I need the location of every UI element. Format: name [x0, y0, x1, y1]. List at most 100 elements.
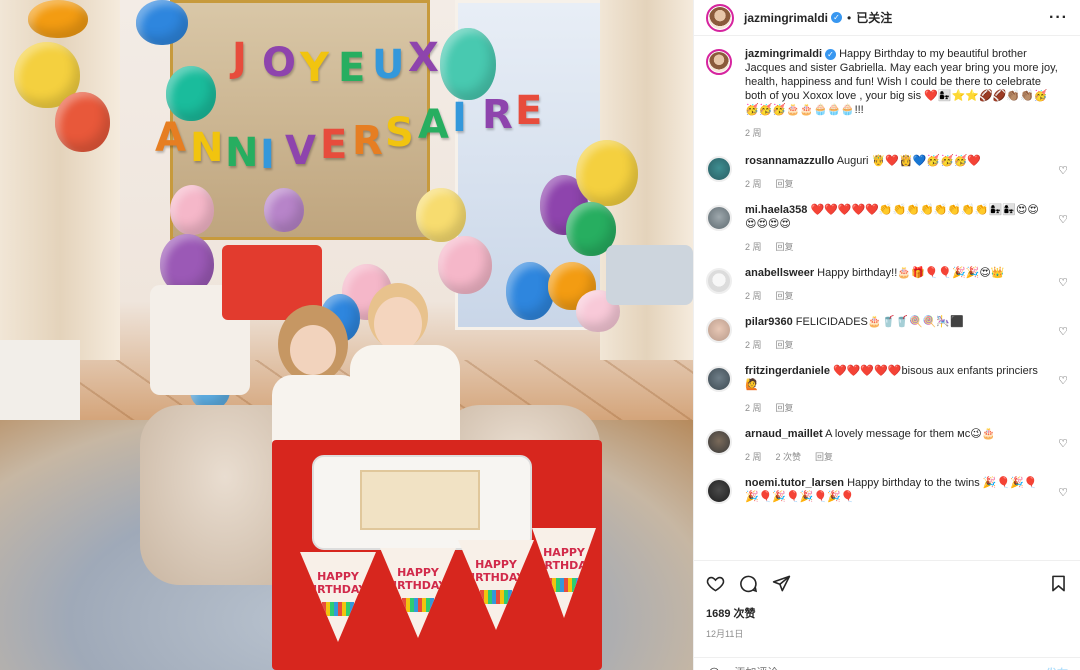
verified-icon: ✓: [831, 12, 843, 23]
avatar[interactable]: [706, 156, 732, 182]
comment-username[interactable]: noemi.tutor_larsen: [745, 477, 844, 489]
balloon: [55, 92, 110, 152]
banner-letter: A: [155, 115, 186, 161]
post-comment-button[interactable]: 发布: [1046, 665, 1068, 670]
balloon: [166, 66, 216, 121]
reply-button[interactable]: 回复: [776, 403, 794, 413]
banner-letter: O: [262, 40, 297, 86]
comment-text: FELICIDADES🎂🥤🥤🍭🍭🎠⬛: [795, 316, 964, 328]
verified-icon: ✓: [825, 48, 837, 60]
banner-letter: R: [482, 92, 513, 138]
balloon: [136, 0, 188, 45]
caption-meta: 2 周: [745, 126, 1060, 140]
comments-list[interactable]: jazmingrimaldi ✓ Happy Birthday to my bea…: [694, 37, 1080, 558]
balloon: [576, 140, 638, 206]
comment-row: arnaud_maillet A lovely message for them…: [706, 427, 1068, 464]
caption-time: 2 周: [745, 128, 762, 138]
comment-like-count[interactable]: 2 次赞: [776, 452, 802, 462]
avatar[interactable]: [706, 478, 732, 504]
banner-letter: V: [285, 128, 316, 174]
comment-row: rosannamazzullo Auguri 🤴❤️👸💙🥳🥳🥳❤️ 2 周回复 …: [706, 154, 1068, 191]
like-heart-icon[interactable]: ♡: [1058, 213, 1068, 226]
balloon: [28, 0, 88, 38]
like-heart-icon[interactable]: ♡: [1058, 276, 1068, 289]
comment-time: 2 周: [745, 179, 762, 189]
emoji-icon[interactable]: ☺: [706, 664, 722, 670]
post-actions: 1689 次赞 12月11日 ☺ 发布: [694, 560, 1080, 670]
comment-icon[interactable]: [739, 574, 758, 593]
like-heart-icon[interactable]: [706, 574, 725, 593]
comment-time: 2 周: [745, 452, 762, 462]
instagram-post-viewer: J O Y E U X A N N I V E R S A I R E HAPP…: [0, 0, 1080, 670]
avatar[interactable]: [706, 366, 732, 392]
banner-letter: S: [385, 110, 414, 156]
comment-username[interactable]: anabellsweer: [745, 267, 814, 279]
avatar[interactable]: [706, 429, 732, 455]
caption-username[interactable]: jazmingrimaldi: [745, 48, 822, 60]
comment-username[interactable]: fritzingerdaniele: [745, 365, 830, 377]
comment-username[interactable]: arnaud_maillet: [745, 428, 823, 440]
caption: jazmingrimaldi ✓ Happy Birthday to my bea…: [706, 47, 1068, 140]
comment-time: 2 周: [745, 403, 762, 413]
banner-letter: A: [418, 102, 449, 148]
avatar[interactable]: [706, 205, 732, 231]
add-comment-input[interactable]: [734, 666, 1046, 670]
like-heart-icon[interactable]: ♡: [1058, 164, 1068, 177]
follow-status-button[interactable]: 已关注: [856, 9, 892, 26]
comment-username[interactable]: pilar9360: [745, 316, 793, 328]
balloon: [506, 262, 554, 320]
comment-row: anabellsweer Happy birthday!!🎂🎁🎈🎈🎉🎉😍👑 2 …: [706, 266, 1068, 303]
comment-text: A lovely message for them ᴍᴄ😉🎂: [825, 428, 996, 440]
reply-button[interactable]: 回复: [776, 242, 794, 252]
avatar[interactable]: [706, 49, 732, 75]
like-heart-icon[interactable]: ♡: [1058, 374, 1068, 387]
banner-letter: I: [452, 95, 467, 141]
banner-letter: R: [352, 118, 383, 164]
comment-time: 2 周: [745, 340, 762, 350]
banner-letter: X: [408, 35, 439, 81]
comment-row: pilar9360 FELICIDADES🎂🥤🥤🍭🍭🎠⬛ 2 周 回复 ♡: [706, 315, 1068, 352]
comment-row: fritzingerdaniele ❤️❤️❤️❤️❤️bisous aux e…: [706, 364, 1068, 415]
birthday-cake: [360, 470, 480, 530]
more-options-icon[interactable]: ···: [1049, 9, 1068, 27]
banner-letter: E: [515, 88, 543, 134]
banner-letter: E: [320, 122, 348, 168]
banner-letter: Y: [300, 45, 329, 91]
post-header: jazmingrimaldi ✓ • 已关注 ···: [694, 0, 1080, 36]
comment-text: Auguri 🤴❤️👸💙🥳🥳🥳❤️: [836, 155, 982, 167]
banner-letter: N: [225, 130, 259, 176]
like-heart-icon[interactable]: ♡: [1058, 486, 1068, 499]
avatar[interactable]: [706, 317, 732, 343]
post-date: 12月11日: [706, 629, 744, 639]
banner-letter: U: [372, 42, 405, 88]
reply-button[interactable]: 回复: [776, 291, 794, 301]
avatar[interactable]: [706, 3, 734, 32]
comment-username[interactable]: rosannamazzullo: [745, 155, 834, 167]
balloon: [440, 28, 496, 100]
banner-letter: E: [338, 45, 366, 91]
username-link[interactable]: jazmingrimaldi: [744, 11, 828, 25]
add-comment-bar: ☺ 发布: [694, 657, 1080, 670]
bookmark-icon[interactable]: [1049, 574, 1068, 593]
separator-dot: •: [847, 10, 852, 25]
comment-username[interactable]: mi.haela358: [745, 204, 807, 216]
comment-row: noemi.tutor_larsen Happy birthday to the…: [706, 476, 1068, 504]
post-photo[interactable]: J O Y E U X A N N I V E R S A I R E HAPP…: [0, 0, 693, 670]
balloon: [170, 185, 214, 235]
comment-time: 2 周: [745, 291, 762, 301]
chair-cushion: [606, 245, 693, 305]
comment-text: Happy birthday!!🎂🎁🎈🎈🎉🎉😍👑: [817, 267, 1005, 279]
banner-letter: N: [190, 125, 224, 171]
like-heart-icon[interactable]: ♡: [1058, 325, 1068, 338]
reply-button[interactable]: 回复: [815, 452, 833, 462]
comment-row: mi.haela358 ❤️❤️❤️❤️❤️👏👏👏👏👏👏👏👏👩‍👧👩‍👧😍😍😍😍…: [706, 203, 1068, 254]
balloon: [416, 188, 466, 242]
share-icon[interactable]: [772, 574, 791, 593]
balloon: [264, 188, 304, 232]
reply-button[interactable]: 回复: [776, 179, 794, 189]
reply-button[interactable]: 回复: [776, 340, 794, 350]
likes-count[interactable]: 1689 次赞: [706, 605, 1068, 621]
avatar[interactable]: [706, 268, 732, 294]
like-heart-icon[interactable]: ♡: [1058, 437, 1068, 450]
banner-letter: I: [260, 132, 275, 178]
